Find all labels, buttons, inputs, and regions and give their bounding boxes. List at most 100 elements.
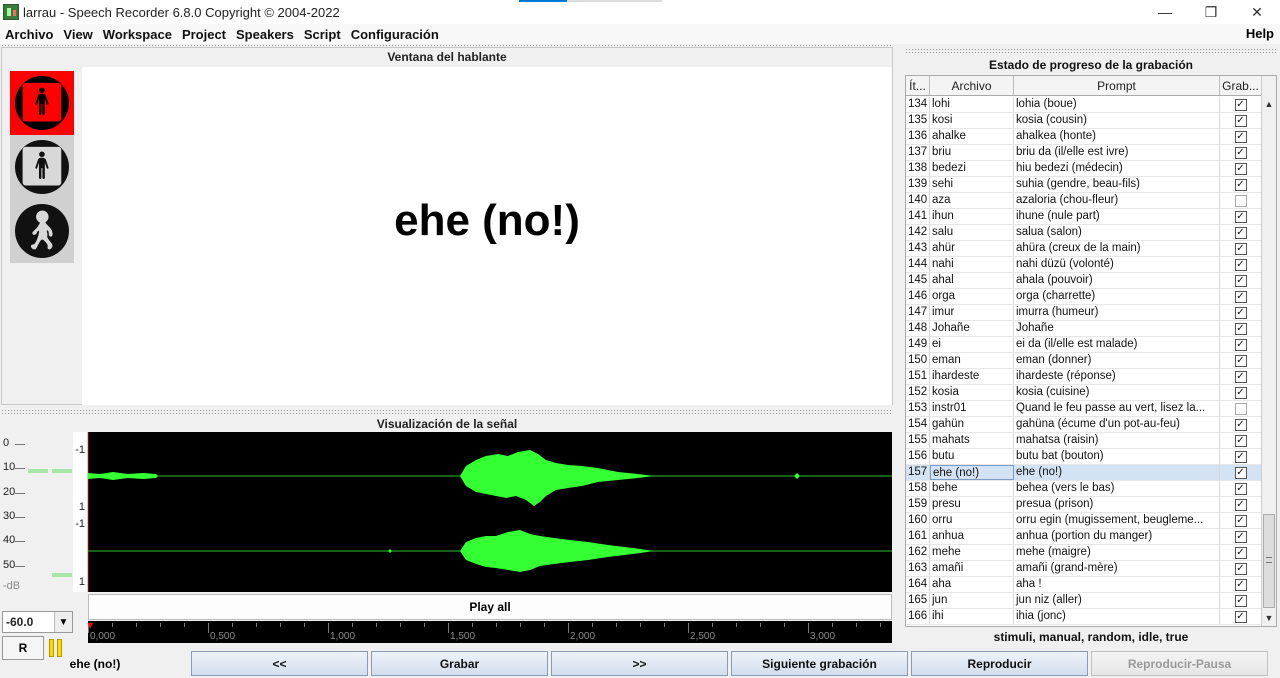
recorded-checkbox[interactable]: ✓ xyxy=(1234,482,1247,495)
menu-workspace[interactable]: Workspace xyxy=(98,27,177,42)
table-row[interactable]: 142 salu salua (salon) ✓ xyxy=(906,225,1262,241)
table-row[interactable]: 164 aha aha ! ✓ xyxy=(906,577,1262,593)
table-row[interactable]: 140 aza azaloria (chou-fleur) xyxy=(906,193,1262,209)
previous-button[interactable]: << xyxy=(191,651,368,676)
scroll-thumb[interactable] xyxy=(1263,514,1275,608)
table-row[interactable]: 147 imur imurra (humeur) ✓ xyxy=(906,305,1262,321)
menu-configuracion[interactable]: Configuración xyxy=(346,27,444,42)
db-range-select[interactable]: -60.0 ▼ xyxy=(2,611,73,633)
table-row[interactable]: 152 kosia kosia (cuisine) ✓ xyxy=(906,385,1262,401)
column-header-prompt[interactable]: Prompt xyxy=(1014,76,1220,95)
recorded-checkbox[interactable]: ✓ xyxy=(1234,562,1247,575)
recorded-checkbox[interactable]: ✓ xyxy=(1234,434,1247,447)
table-row[interactable]: 156 butu butu bat (bouton) ✓ xyxy=(906,449,1262,465)
menu-view[interactable]: View xyxy=(58,27,97,42)
column-header-file[interactable]: Archivo xyxy=(930,76,1014,95)
table-row[interactable]: 136 ahalke ahalkea (honte) ✓ xyxy=(906,129,1262,145)
table-row[interactable]: 134 lohi lohia (boue) ✓ xyxy=(906,97,1262,113)
recorded-checkbox[interactable]: ✓ xyxy=(1234,114,1247,127)
table-row[interactable]: 137 briu briu da (il/elle est ivre) ✓ xyxy=(906,145,1262,161)
timeline-ruler[interactable]: 0,000 0,500 1,000 1,500 2,000 2,500 3,00… xyxy=(88,621,892,643)
table-row[interactable]: 146 orga orga (charrette) ✓ xyxy=(906,289,1262,305)
recorded-checkbox[interactable]: ✓ xyxy=(1234,226,1247,239)
recorded-checkbox[interactable]: ✓ xyxy=(1234,258,1247,271)
table-row[interactable]: 165 jun jun niz (aller) ✓ xyxy=(906,593,1262,609)
recorded-checkbox[interactable]: ✓ xyxy=(1234,466,1247,479)
waveform-display[interactable] xyxy=(88,432,892,592)
table-row[interactable]: 135 kosi kosia (cousin) ✓ xyxy=(906,113,1262,129)
table-row[interactable]: 166 ihi ihia (jonc) ✓ xyxy=(906,609,1262,625)
next-button[interactable]: >> xyxy=(551,651,728,676)
recorded-checkbox[interactable]: ✓ xyxy=(1234,514,1247,527)
recorded-checkbox[interactable]: ✓ xyxy=(1234,450,1247,463)
recorded-checkbox[interactable]: ✓ xyxy=(1234,578,1247,591)
table-row[interactable]: 144 nahi nahi düzü (volonté) ✓ xyxy=(906,257,1262,273)
table-row[interactable]: 138 bedezi hiu bedezi (médecin) ✓ xyxy=(906,161,1262,177)
vertical-scrollbar[interactable]: ▲ ▼ xyxy=(1261,76,1276,626)
recorded-checkbox[interactable]: ✓ xyxy=(1234,146,1247,159)
table-row[interactable]: 151 ihardeste ihardeste (réponse) ✓ xyxy=(906,369,1262,385)
column-header-item[interactable]: Ít... xyxy=(906,76,930,95)
recorded-checkbox[interactable] xyxy=(1234,402,1247,415)
table-row[interactable]: 139 sehi suhia (gendre, beau-fils) ✓ xyxy=(906,177,1262,193)
splitter-grip-middle[interactable] xyxy=(1,409,893,414)
recorded-checkbox[interactable]: ✓ xyxy=(1234,162,1247,175)
row-recorded-cell: ✓ xyxy=(1220,113,1262,128)
scroll-down-icon[interactable]: ▼ xyxy=(1262,610,1276,626)
next-recording-button[interactable]: Siguiente grabación xyxy=(731,651,908,676)
record-button[interactable]: Grabar xyxy=(371,651,548,676)
recorded-checkbox[interactable]: ✓ xyxy=(1234,98,1247,111)
table-row[interactable]: 158 behe behea (vers le bas) ✓ xyxy=(906,481,1262,497)
table-row[interactable]: 159 presu presua (prison) ✓ xyxy=(906,497,1262,513)
menu-help[interactable]: Help xyxy=(1246,26,1274,41)
menu-speakers[interactable]: Speakers xyxy=(231,27,299,42)
recorded-checkbox[interactable]: ✓ xyxy=(1234,530,1247,543)
recorded-checkbox[interactable]: ✓ xyxy=(1234,594,1247,607)
recorded-checkbox[interactable]: ✓ xyxy=(1234,274,1247,287)
table-row[interactable]: 153 instr01 Quand le feu passe au vert, li… xyxy=(906,401,1262,417)
table-row[interactable]: 149 ei ei da (il/elle est malade) ✓ xyxy=(906,337,1262,353)
menu-archivo[interactable]: Archivo xyxy=(0,27,58,42)
recorded-checkbox[interactable] xyxy=(1234,194,1247,207)
dropdown-arrow-icon[interactable]: ▼ xyxy=(54,612,72,632)
menu-script[interactable]: Script xyxy=(299,27,346,42)
table-row[interactable]: 157 ehe (no!) ehe (no!) ✓ xyxy=(906,465,1262,481)
recorded-checkbox[interactable]: ✓ xyxy=(1234,386,1247,399)
table-row[interactable]: 143 ahür ahüra (creux de la main) ✓ xyxy=(906,241,1262,257)
maximize-button[interactable]: ❐ xyxy=(1188,0,1234,24)
recorded-checkbox[interactable]: ✓ xyxy=(1234,354,1247,367)
recorded-checkbox[interactable]: ✓ xyxy=(1234,370,1247,383)
close-button[interactable]: ✕ xyxy=(1234,0,1280,24)
menu-project[interactable]: Project xyxy=(177,27,231,42)
table-row[interactable]: 154 gahün gahüna (écume d'un pot-au-feu) ✓ xyxy=(906,417,1262,433)
recorded-checkbox[interactable]: ✓ xyxy=(1234,242,1247,255)
recorded-checkbox[interactable]: ✓ xyxy=(1234,418,1247,431)
timeline-label: 1,000 xyxy=(330,631,356,642)
table-row[interactable]: 160 orru orru egin (mugissement, beugleme.… xyxy=(906,513,1262,529)
recorded-checkbox[interactable]: ✓ xyxy=(1234,290,1247,303)
table-row[interactable]: 148 Johañe Johañe ✓ xyxy=(906,321,1262,337)
table-row[interactable]: 145 ahal ahala (pouvoir) ✓ xyxy=(906,273,1262,289)
recorded-checkbox[interactable]: ✓ xyxy=(1234,338,1247,351)
play-pause-button[interactable]: Reproducir-Pausa xyxy=(1091,651,1268,676)
table-row[interactable]: 162 mehe mehe (maigre) ✓ xyxy=(906,545,1262,561)
recorded-checkbox[interactable]: ✓ xyxy=(1234,498,1247,511)
play-button[interactable]: Reproducir xyxy=(911,651,1088,676)
table-row[interactable]: 163 amañi amañi (grand-mère) ✓ xyxy=(906,561,1262,577)
table-row[interactable]: 150 eman eman (donner) ✓ xyxy=(906,353,1262,369)
recorded-checkbox[interactable]: ✓ xyxy=(1234,210,1247,223)
row-recorded-cell: ✓ xyxy=(1220,337,1262,352)
minimize-button[interactable]: — xyxy=(1142,0,1188,24)
table-row[interactable]: 141 ihun ihune (nule part) ✓ xyxy=(906,209,1262,225)
recorded-checkbox[interactable]: ✓ xyxy=(1234,306,1247,319)
table-row[interactable]: 155 mahats mahatsa (raisin) ✓ xyxy=(906,433,1262,449)
recorded-checkbox[interactable]: ✓ xyxy=(1234,130,1247,143)
column-header-recorded[interactable]: Grab... xyxy=(1220,76,1262,95)
recorded-checkbox[interactable]: ✓ xyxy=(1234,546,1247,559)
scroll-up-icon[interactable]: ▲ xyxy=(1262,96,1276,112)
recorded-checkbox[interactable]: ✓ xyxy=(1234,610,1247,623)
recorded-checkbox[interactable]: ✓ xyxy=(1234,322,1247,335)
table-row[interactable]: 161 anhua anhua (portion du manger) ✓ xyxy=(906,529,1262,545)
recorded-checkbox[interactable]: ✓ xyxy=(1234,178,1247,191)
play-all-button[interactable]: Play all xyxy=(88,594,892,620)
